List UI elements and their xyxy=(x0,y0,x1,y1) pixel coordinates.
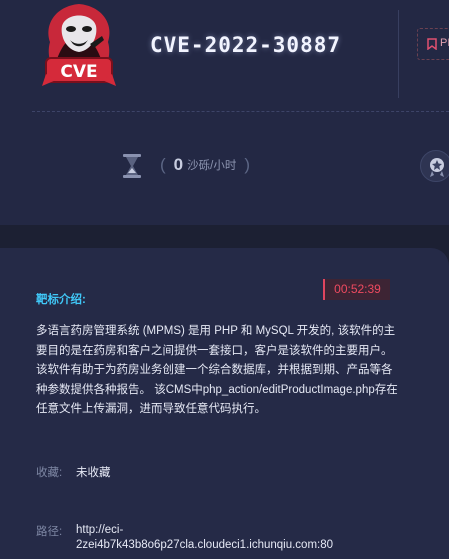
favorite-status[interactable]: 未收藏 xyxy=(76,464,111,480)
reward-value: 0 xyxy=(173,155,184,174)
tag-badge[interactable]: PI xyxy=(417,28,449,60)
bookmark-icon xyxy=(427,38,437,50)
hourglass-icon xyxy=(123,154,141,178)
reward-unit: 沙砾/小时 xyxy=(187,160,237,172)
header-divider xyxy=(398,10,399,98)
tag-label: PI xyxy=(440,37,449,49)
dashed-divider xyxy=(32,111,449,112)
countdown-timer: 00:52:39 xyxy=(323,279,390,300)
favorite-label: 收藏: xyxy=(36,467,63,479)
logo-text: CVE xyxy=(60,62,97,82)
close-paren: ) xyxy=(244,155,251,174)
target-url-link[interactable]: http://eci-2zei4b7k43b8o6p27cla.cloudeci… xyxy=(76,523,376,553)
open-paren: ( xyxy=(160,155,166,174)
cve-id-title: CVE-2022-30887 xyxy=(150,33,342,57)
target-description: 多语言药房管理系统 (MPMS) 是用 PHP 和 MySQL 开发的, 该软件… xyxy=(36,325,398,415)
path-label: 路径: xyxy=(36,526,63,538)
target-intro-label: 靶标介绍: xyxy=(36,294,86,306)
cve-logo-icon: CVE xyxy=(42,4,116,86)
challenge-header-panel: CVE CVE-2022-30887 PI ( 0 沙砾/小时 ) xyxy=(0,0,449,225)
medal-icon xyxy=(420,150,449,182)
reward-rate: ( 0 沙砾/小时 ) xyxy=(160,153,250,177)
